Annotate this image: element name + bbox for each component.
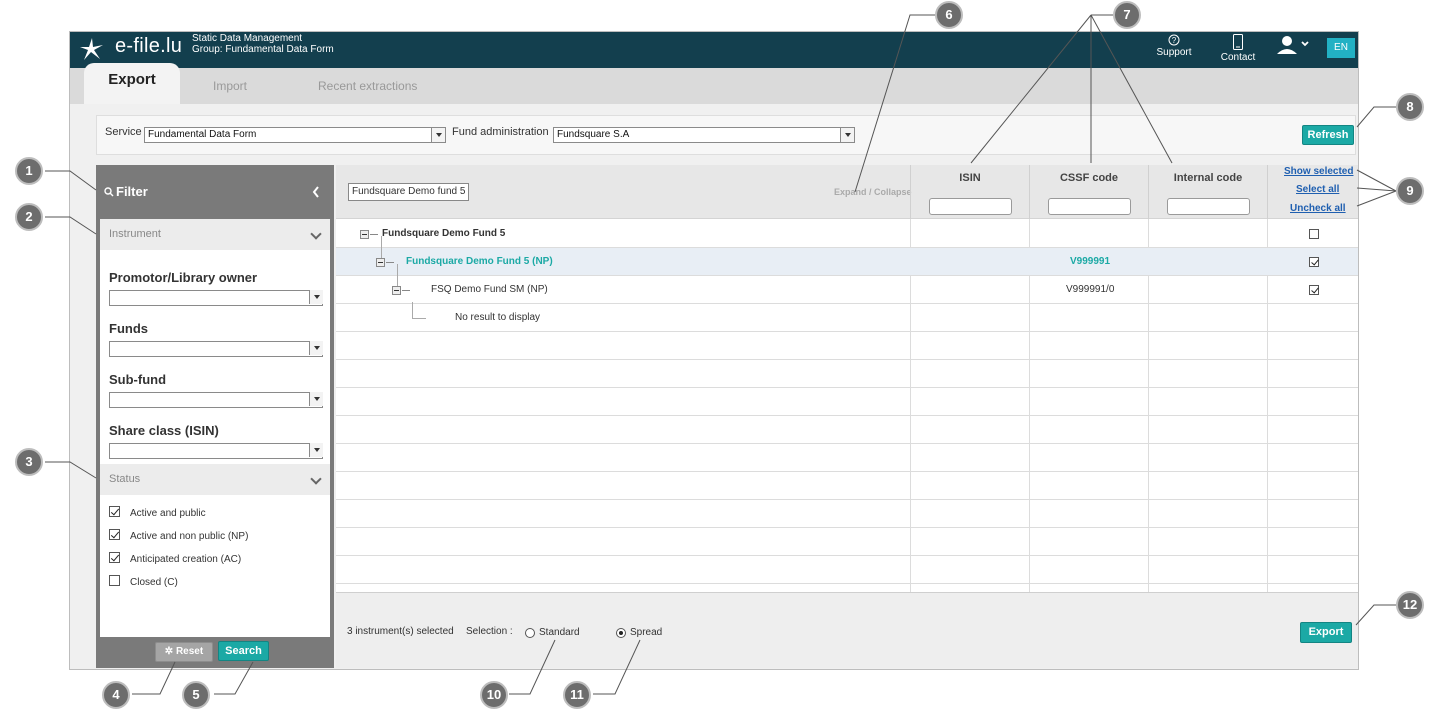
callout-1: 1 (15, 157, 43, 185)
callout-9: 9 (1396, 177, 1424, 205)
callout-12: 12 (1396, 591, 1424, 619)
callout-4: 4 (102, 681, 130, 709)
callout-lines (45, 14, 1397, 695)
callout-2: 2 (15, 203, 43, 231)
callout-10: 10 (480, 681, 508, 709)
callout-7: 7 (1113, 1, 1141, 29)
callout-11: 11 (563, 681, 591, 709)
callout-6: 6 (935, 1, 963, 29)
callout-3: 3 (15, 448, 43, 476)
callout-8: 8 (1396, 93, 1424, 121)
callout-5: 5 (182, 681, 210, 709)
